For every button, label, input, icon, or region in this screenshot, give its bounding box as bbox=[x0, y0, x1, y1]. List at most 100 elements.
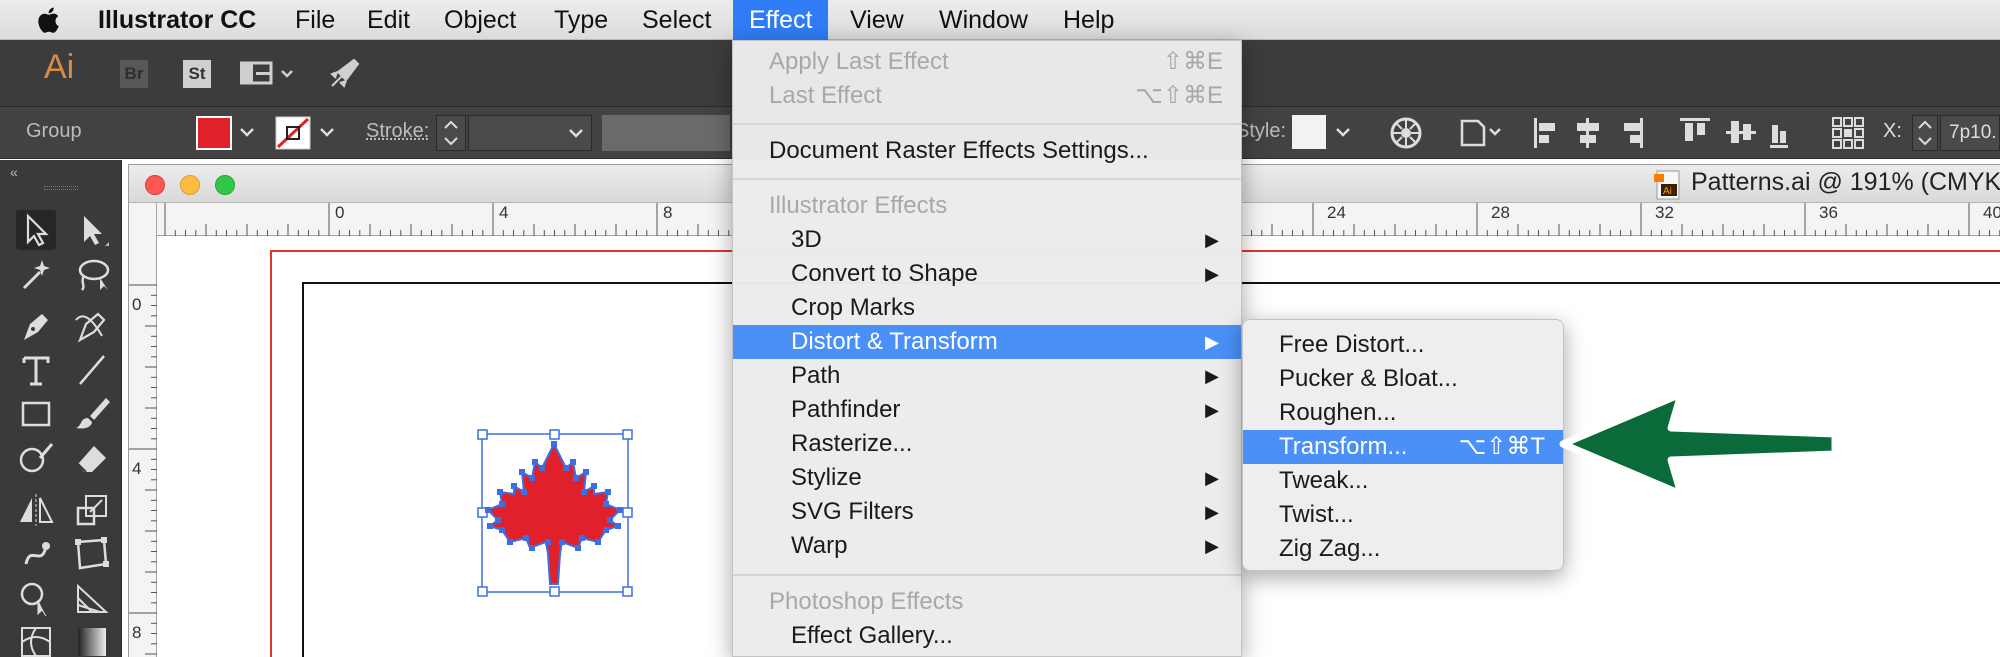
submenu-item-twist[interactable]: Twist... bbox=[1243, 498, 1563, 532]
paintbrush-tool[interactable] bbox=[72, 394, 112, 434]
submenu-triangle-icon: ▶ bbox=[1205, 230, 1219, 250]
menu-separator bbox=[733, 178, 1241, 180]
menu-item-3d[interactable]: 3D ▶ bbox=[733, 223, 1241, 257]
menu-object[interactable]: Object bbox=[432, 0, 528, 40]
close-window-button[interactable] bbox=[145, 175, 165, 195]
menu-type[interactable]: Type bbox=[542, 0, 620, 40]
x-field[interactable]: 7p10. bbox=[1940, 115, 2000, 151]
gpu-rocket-icon[interactable] bbox=[328, 56, 362, 90]
menu-item-warp[interactable]: Warp ▶ bbox=[733, 529, 1241, 563]
reflect-icon bbox=[20, 494, 54, 526]
ruler-label: 36 bbox=[1819, 203, 1838, 222]
menu-item-effect-gallery[interactable]: Effect Gallery... bbox=[733, 619, 1241, 653]
variable-width-profile[interactable] bbox=[602, 115, 730, 151]
menu-edit[interactable]: Edit bbox=[355, 0, 422, 40]
reflect-tool[interactable] bbox=[16, 490, 56, 530]
apple-logo-icon[interactable] bbox=[34, 6, 60, 34]
line-segment-icon bbox=[79, 355, 105, 385]
stepper-arrows-icon bbox=[444, 120, 458, 146]
scale-tool[interactable] bbox=[72, 490, 112, 530]
submenu-item-free-distort[interactable]: Free Distort... bbox=[1243, 328, 1563, 362]
menu-item-label: Pucker & Bloat... bbox=[1279, 365, 1458, 392]
bridge-button[interactable]: Br bbox=[120, 60, 148, 88]
magic-wand-tool[interactable] bbox=[16, 254, 56, 294]
submenu-triangle-icon: ▶ bbox=[1205, 332, 1219, 352]
menu-view[interactable]: View bbox=[838, 0, 916, 40]
menu-item-apply-last-effect[interactable]: Apply Last Effect ⇧⌘E bbox=[733, 45, 1241, 79]
pen-nib-icon bbox=[24, 314, 48, 340]
type-t-icon bbox=[22, 356, 50, 386]
submenu-item-tweak[interactable]: Tweak... bbox=[1243, 464, 1563, 498]
stepper-arrows-icon bbox=[1918, 120, 1932, 146]
panel-collapse-handle[interactable]: « bbox=[10, 164, 18, 180]
menu-item-convert-to-shape[interactable]: Convert to Shape ▶ bbox=[733, 257, 1241, 291]
submenu-item-zig-zag[interactable]: Zig Zag... bbox=[1243, 532, 1563, 566]
workspace-layout-icon[interactable] bbox=[240, 60, 300, 88]
curvature-tool[interactable] bbox=[72, 306, 112, 346]
mesh-tool[interactable] bbox=[16, 622, 56, 657]
stock-button[interactable]: St bbox=[183, 60, 211, 88]
menu-section-header-photoshop: Photoshop Effects bbox=[733, 585, 1241, 619]
align-buttons-icon[interactable] bbox=[1530, 115, 1788, 151]
lasso-tool[interactable] bbox=[72, 254, 112, 294]
perspective-grid-tool[interactable] bbox=[72, 578, 112, 618]
menu-item-rasterize[interactable]: Rasterize... bbox=[733, 427, 1241, 461]
selection-tool[interactable] bbox=[16, 210, 56, 250]
warp-tool[interactable] bbox=[16, 534, 56, 574]
menu-effect[interactable]: Effect bbox=[733, 0, 829, 40]
minimize-window-button[interactable] bbox=[180, 175, 200, 195]
type-tool[interactable] bbox=[16, 350, 56, 390]
submenu-item-roughen[interactable]: Roughen... bbox=[1243, 396, 1563, 430]
maple-leaf-artwork[interactable] bbox=[470, 426, 640, 598]
menu-item-label: Document Raster Effects Settings... bbox=[769, 137, 1149, 164]
stroke-dropdown-icon[interactable] bbox=[318, 125, 336, 141]
panel-grip[interactable] bbox=[44, 186, 78, 190]
fill-dropdown-icon[interactable] bbox=[238, 125, 256, 141]
stroke-weight-stepper[interactable] bbox=[436, 115, 466, 151]
menu-item-distort-transform[interactable]: Distort & Transform ▶ bbox=[733, 325, 1241, 359]
menu-item-document-raster-effects-settings[interactable]: Document Raster Effects Settings... bbox=[733, 134, 1241, 168]
x-stepper[interactable] bbox=[1912, 115, 1938, 151]
submenu-triangle-icon: ▶ bbox=[1205, 536, 1219, 556]
maple-leaf-shape[interactable] bbox=[486, 441, 622, 585]
gradient-tool[interactable] bbox=[72, 622, 112, 657]
style-label: Style: bbox=[1236, 120, 1287, 142]
menu-item-label: Effect Gallery... bbox=[791, 622, 953, 649]
stroke-weight-field[interactable] bbox=[468, 115, 592, 151]
rectangle-tool[interactable] bbox=[16, 394, 56, 434]
menu-item-pathfinder[interactable]: Pathfinder ▶ bbox=[733, 393, 1241, 427]
align-to-icon[interactable] bbox=[1458, 115, 1504, 151]
menu-item-svg-filters[interactable]: SVG Filters ▶ bbox=[733, 495, 1241, 529]
free-transform-icon bbox=[75, 537, 109, 570]
menu-select[interactable]: Select bbox=[630, 0, 723, 40]
menu-app-name[interactable]: Illustrator CC bbox=[86, 0, 268, 40]
vertical-ruler[interactable]: 0 4 8 bbox=[129, 203, 157, 657]
free-transform-tool[interactable] bbox=[72, 534, 112, 574]
shape-builder-tool[interactable] bbox=[16, 578, 56, 618]
menu-item-crop-marks[interactable]: Crop Marks bbox=[733, 291, 1241, 325]
submenu-item-transform[interactable]: Transform... ⌥⇧⌘T bbox=[1243, 430, 1563, 464]
menu-item-stylize[interactable]: Stylize ▶ bbox=[733, 461, 1241, 495]
shaper-tool[interactable] bbox=[16, 438, 56, 478]
recolor-artwork-icon[interactable] bbox=[1388, 115, 1424, 151]
menu-help[interactable]: Help bbox=[1051, 0, 1126, 40]
zoom-window-button[interactable] bbox=[215, 175, 235, 195]
menu-item-shortcut: ⌥⇧⌘T bbox=[1458, 433, 1545, 460]
menu-window[interactable]: Window bbox=[927, 0, 1040, 40]
ruler-label: 0 bbox=[335, 203, 345, 222]
direct-selection-tool[interactable] bbox=[72, 210, 112, 250]
menu-section-label: Photoshop Effects bbox=[769, 588, 964, 615]
line-segment-tool[interactable] bbox=[72, 350, 112, 390]
style-dropdown-icon[interactable] bbox=[1334, 125, 1352, 141]
pen-tool[interactable] bbox=[16, 306, 56, 346]
stroke-swatch[interactable] bbox=[275, 116, 311, 150]
menu-file[interactable]: File bbox=[283, 0, 347, 40]
style-swatch[interactable] bbox=[1292, 115, 1326, 149]
menu-item-path[interactable]: Path ▶ bbox=[733, 359, 1241, 393]
menu-item-last-effect[interactable]: Last Effect ⌥⇧⌘E bbox=[733, 79, 1241, 113]
lasso-icon bbox=[78, 259, 110, 291]
submenu-item-pucker-bloat[interactable]: Pucker & Bloat... bbox=[1243, 362, 1563, 396]
fill-swatch[interactable] bbox=[196, 116, 232, 150]
eraser-tool[interactable] bbox=[72, 438, 112, 478]
transform-reference-icon[interactable] bbox=[1830, 115, 1866, 151]
